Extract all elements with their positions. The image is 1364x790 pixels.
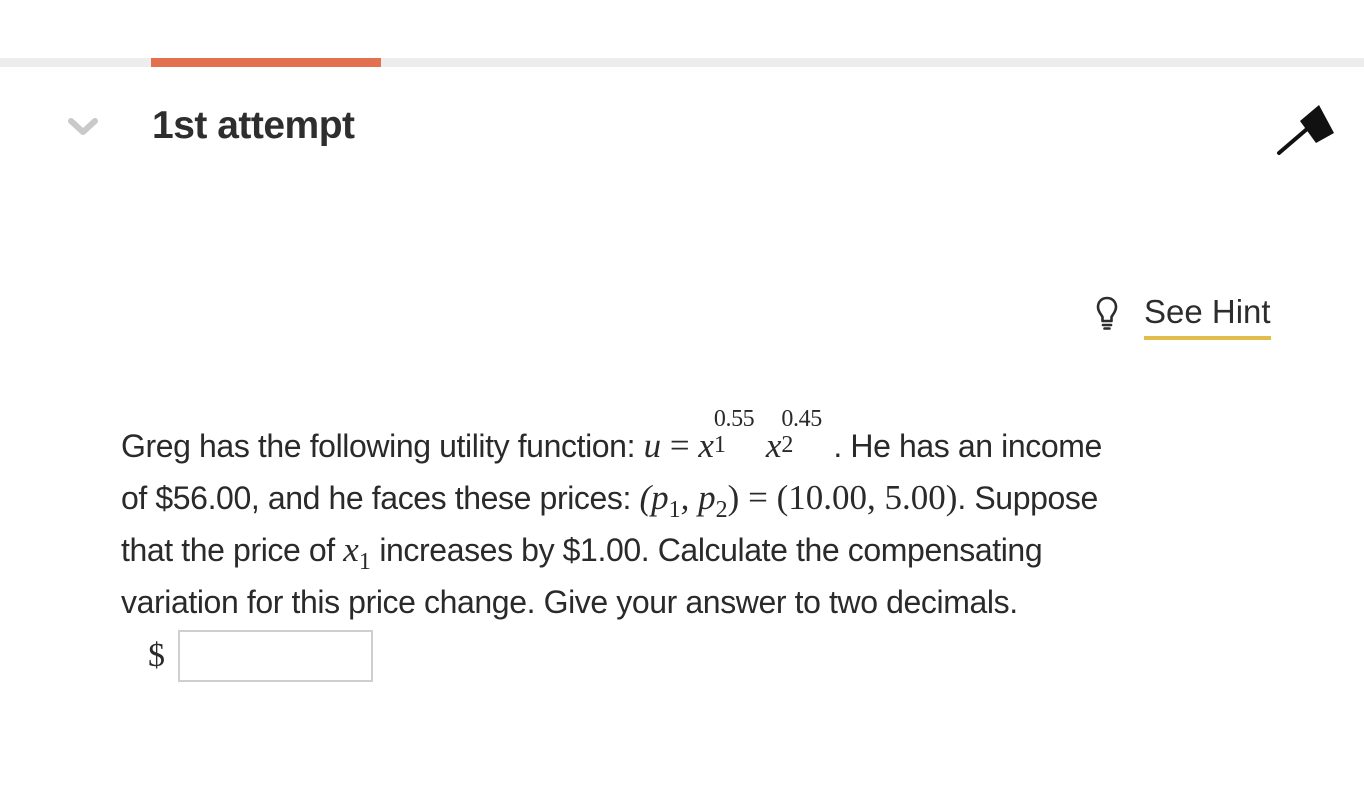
- utility-var: u: [643, 426, 662, 465]
- question-line-1: Greg has the following utility function:…: [121, 406, 1102, 465]
- answer-input[interactable]: [178, 630, 373, 682]
- exponent-2: 0.45: [781, 406, 822, 432]
- answer-row: $: [148, 630, 373, 682]
- question-line-3: that the price of x1 increases by $1.00.…: [121, 530, 1043, 575]
- flag-icon[interactable]: [1276, 103, 1336, 157]
- subscript-1: 1: [713, 432, 726, 458]
- progress-fill: [151, 58, 381, 67]
- question-text: Greg has the following utility function:…: [121, 406, 1281, 628]
- question-line-2: of $56.00, and he faces these prices: (p…: [121, 478, 1098, 523]
- progress-track: [0, 58, 1364, 67]
- subscript-2: 2: [781, 432, 794, 458]
- prices-values: (10.00, 5.00): [776, 478, 958, 517]
- equals-sign: =: [669, 426, 690, 465]
- see-hint-link[interactable]: See Hint: [1096, 294, 1271, 344]
- exponent-1: 0.55: [713, 406, 755, 432]
- attempt-title: 1st attempt: [152, 104, 355, 147]
- chevron-down-icon[interactable]: [68, 116, 98, 136]
- question-line-4: variation for this price change. Give yo…: [121, 584, 1018, 620]
- lightbulb-icon: [1096, 296, 1118, 330]
- currency-symbol: $: [148, 637, 165, 674]
- see-hint-label: See Hint: [1144, 294, 1271, 340]
